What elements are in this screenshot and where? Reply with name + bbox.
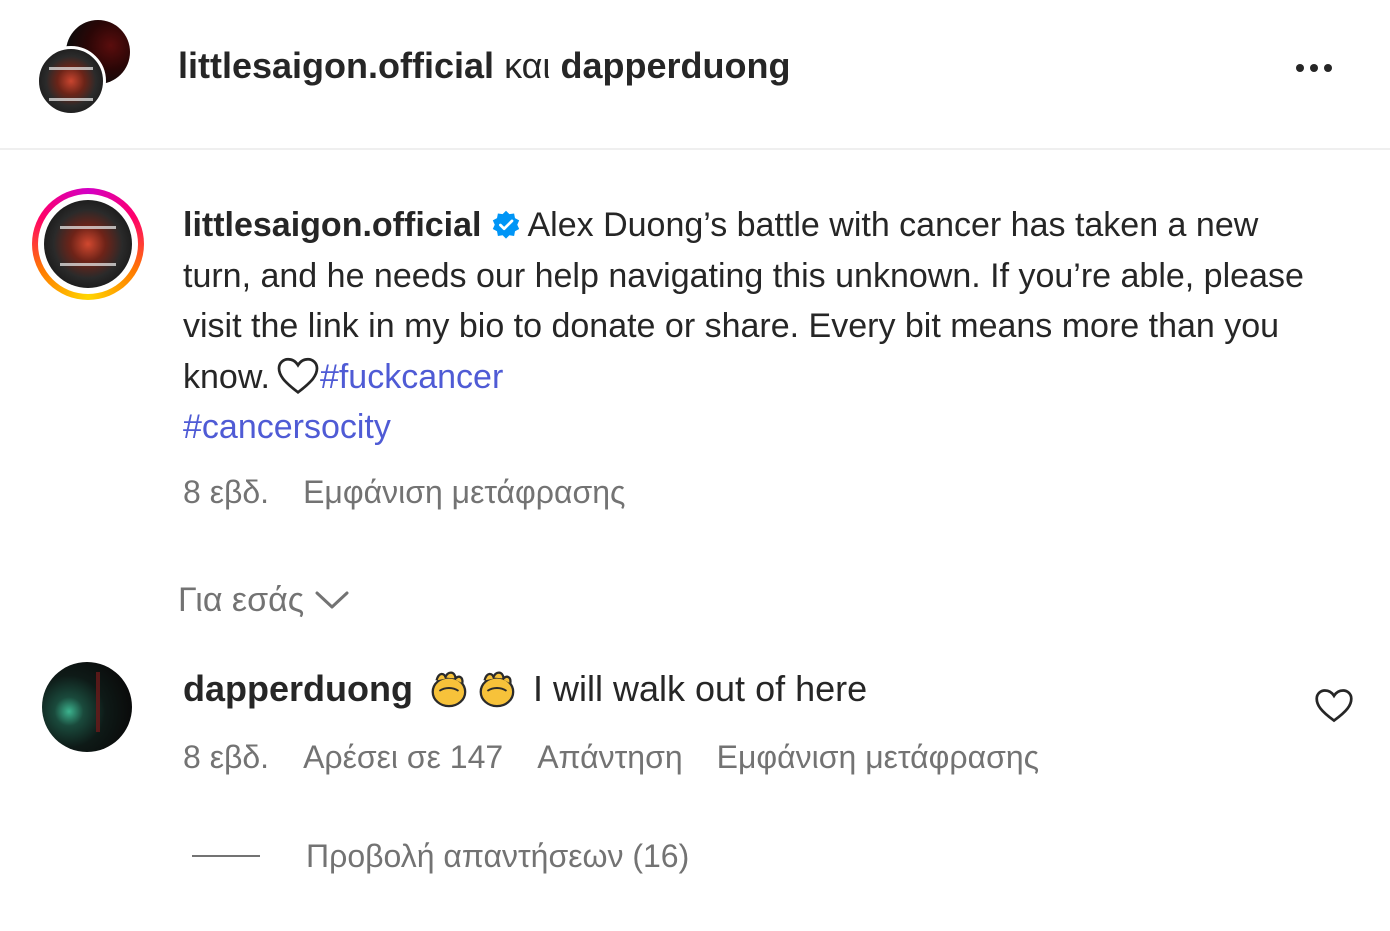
comment-username-link[interactable]: dapperduong bbox=[183, 668, 413, 709]
header-user1-link[interactable]: littlesaigon.official bbox=[178, 45, 494, 86]
like-heart-icon[interactable] bbox=[1314, 686, 1354, 726]
header-user2-link[interactable]: dapperduong bbox=[560, 45, 790, 86]
more-options-button[interactable] bbox=[1284, 48, 1344, 88]
comment-avatar[interactable] bbox=[42, 662, 132, 752]
more-icon-dot bbox=[1324, 64, 1332, 72]
caption-username-link[interactable]: littlesaigon.official bbox=[183, 206, 481, 244]
replies-divider bbox=[192, 855, 260, 857]
caption-meta: 8 εβδ. Εμφάνιση μετάφρασης bbox=[183, 472, 659, 512]
comment-likes-link[interactable]: Αρέσει σε 147 bbox=[303, 739, 503, 775]
post-header: littlesaigon.official και dapperduong bbox=[0, 0, 1390, 150]
comment-meta: 8 εβδ. Αρέσει σε 147 Απάντηση Εμφάνιση μετά… bbox=[183, 737, 1073, 777]
logo-mark bbox=[60, 226, 116, 266]
comment-text-block: dapperduong I will walk out of here bbox=[183, 664, 867, 714]
hashtag-link-0[interactable]: #fuckcancer bbox=[320, 358, 503, 396]
collab-avatars[interactable] bbox=[36, 20, 136, 120]
view-replies-label: Προβολή απαντήσεων (16) bbox=[306, 838, 690, 874]
comment-body: I will walk out of here bbox=[533, 668, 868, 709]
caption-translate-link[interactable]: Εμφάνιση μετάφρασης bbox=[303, 474, 625, 510]
more-icon bbox=[1296, 64, 1304, 72]
caption-text-block: littlesaigon.official Alex Duong’s battl… bbox=[183, 200, 1313, 453]
avatar-detail bbox=[96, 672, 100, 732]
comment-translate-link[interactable]: Εμφάνιση μετάφρασης bbox=[717, 739, 1039, 775]
comment-sort-dropdown[interactable]: Για εσάς bbox=[178, 578, 350, 622]
heart-icon bbox=[277, 357, 319, 394]
comment-time[interactable]: 8 εβδ. bbox=[183, 739, 269, 775]
avatar-image bbox=[44, 200, 132, 288]
chevron-down-icon bbox=[315, 591, 349, 609]
clap-icon bbox=[431, 671, 467, 708]
avatar-ring-gap bbox=[38, 194, 138, 294]
caption-time[interactable]: 8 εβδ. bbox=[183, 474, 269, 510]
more-icon-dot bbox=[1310, 64, 1318, 72]
header-title: littlesaigon.official και dapperduong bbox=[178, 44, 790, 88]
comment-reply-button[interactable]: Απάντηση bbox=[537, 739, 682, 775]
sort-label: Για εσάς bbox=[178, 581, 305, 619]
avatar-littlesaigon[interactable] bbox=[36, 46, 106, 116]
view-replies-button[interactable]: Προβολή απαντήσεων (16) bbox=[192, 834, 689, 878]
logo-mark bbox=[49, 67, 93, 101]
verified-badge-icon bbox=[493, 210, 520, 239]
header-conjunction: και bbox=[504, 45, 551, 86]
clap-icon bbox=[479, 671, 515, 708]
caption-avatar[interactable] bbox=[32, 188, 144, 300]
hashtag-link-1[interactable]: #cancersocity bbox=[183, 408, 391, 446]
